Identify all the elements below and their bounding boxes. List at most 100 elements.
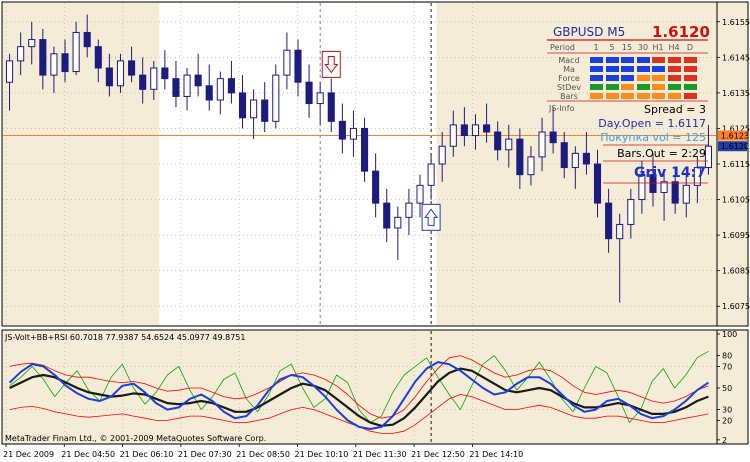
indicator-title: JS-Volt+BB+RSI 60.7018 77.9387 54.6524 4… [4,333,245,342]
time-tick-label: 21 Dec 14:10 [469,450,523,459]
signal-cell [637,93,650,99]
time-tick-label: 21 Dec 04:50 [61,450,115,459]
signal-cell [652,84,665,90]
signal-row-label: Bars [560,92,578,101]
candle-body [105,67,113,87]
signal-row-label: StDev [557,83,581,92]
indicator-tick-label: 50 [722,384,732,393]
signal-cell [621,66,634,72]
signal-cell [606,93,619,99]
candle-body [383,202,391,229]
candle-body [216,78,224,101]
candle-body [161,67,169,80]
candle-body [582,152,590,165]
candle-body [593,163,602,204]
copyright-footer: MetaTrader Finam Ltd., © 2001-2009 MetaQ… [5,434,266,443]
signal-cell [621,93,634,99]
candle-body [616,223,624,240]
griv-readout: Griv 14:7 [634,165,706,181]
spread-readout: Spread = 3 [644,103,706,116]
signal-cell [684,84,697,90]
symbol-label: GBPUSD M5 [553,25,625,39]
signal-cell [637,57,650,63]
indicator-tick-label: 2 [722,436,727,445]
candle-body [505,138,513,151]
candle-body [571,152,579,169]
signal-cell [621,57,634,63]
candle-body [283,49,291,76]
indicator-tick-label: 30 [722,406,732,415]
indicator-tick-label: 80 [722,352,732,361]
candle-body [17,46,25,62]
candle-body [372,170,380,204]
candle-body [94,46,102,69]
period-header-label: 15 [622,43,632,52]
signal-cell [606,66,619,72]
candle-body [460,124,468,137]
signal-cell [668,57,681,63]
time-tick-label: 21 Dec 07:30 [178,450,232,459]
candle-body [5,60,14,83]
period-header-label: D [687,43,693,52]
indicator-tick-label: 70 [722,362,732,371]
time-tick-label: 21 Dec 12:50 [411,450,465,459]
candle-body [494,131,502,151]
price-tag-label: 1.6120 [721,142,749,151]
signal-cell [637,66,650,72]
candle-body [205,85,213,101]
candle-body [305,81,313,105]
price-axis: 1.61551.61451.61351.61251.61151.61051.60… [716,1,750,327]
candle-body [272,74,280,122]
candle-body [449,124,457,147]
signal-cell [590,93,603,99]
signal-cell [621,75,634,81]
signal-cell [590,75,603,81]
candle-body [682,184,690,204]
candle-body [338,120,346,140]
period-header-label: 5 [609,43,614,52]
indicator-axis: 100 8070 50 3020 2 [716,329,749,445]
candle-body [483,124,491,133]
indicator-tick-label: 20 [722,416,732,425]
signal-row-label: Macd [558,56,579,65]
candle-body [427,163,435,186]
period-header-label: 1 [593,43,598,52]
signal-cell [637,75,650,81]
candle-body [394,216,402,229]
candle-body [116,60,125,87]
indicator-panel[interactable]: JS-Volt+BB+RSI 60.7018 77.9387 54.6524 4… [1,329,718,445]
period-label: Period [550,43,575,52]
candle-body [150,67,158,90]
price-tick-label: 1.6145 [722,53,750,62]
candle-body [50,53,58,76]
candle-body [605,202,613,240]
candle-body [316,92,324,105]
signal-cell [621,84,634,90]
candle-body [704,145,713,169]
buy-volume-readout: Покупка vol = 125 [600,131,706,144]
signal-cell [606,84,619,90]
signal-cell [652,66,665,72]
signal-cell [590,66,603,72]
period-header-label: H4 [668,43,679,52]
signal-cell [668,93,681,99]
candle-body [28,39,36,48]
trading-chart[interactable]: 1.61551.61451.61351.61251.61151.61051.60… [0,0,750,462]
day-open-readout: Day.Open = 1.6117 [598,117,706,130]
candle-body [250,99,258,119]
candle-body [172,78,180,97]
candle-body [671,181,679,204]
candle-body [83,31,91,48]
signal-cell [668,66,681,72]
price-tick-label: 1.6115 [722,160,750,169]
candle-body [183,74,191,97]
time-tick-label: 21 Dec 11:30 [353,450,407,459]
signal-cell [606,75,619,81]
candle-body [627,199,635,225]
time-tick-label: 21 Dec 2009 [3,450,54,459]
candle-body [194,74,202,87]
candle-body [294,49,302,83]
candle-body [72,31,80,73]
signal-row-label: Ma [563,65,575,74]
bars-out-readout: Bars.Out = 2:29 [617,147,706,160]
